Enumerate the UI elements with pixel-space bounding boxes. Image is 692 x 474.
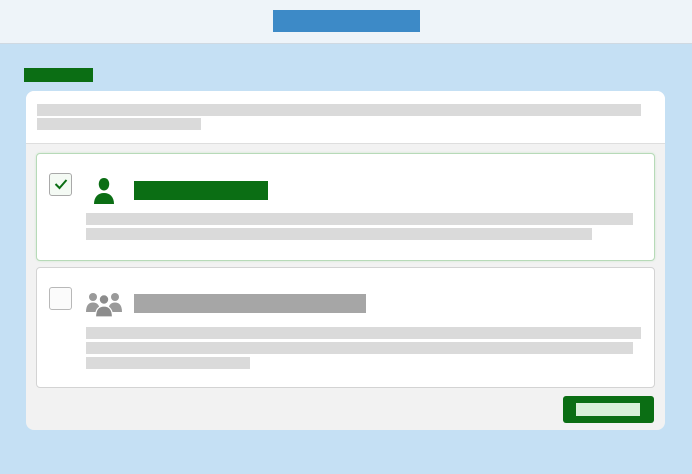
top-bar [0,0,692,44]
intro-text-line [37,104,641,116]
option-checkbox[interactable] [49,173,72,196]
option-card-individual[interactable] [36,153,655,261]
option-title [134,294,366,313]
app-title [273,10,420,32]
option-description-line [86,213,633,225]
panel-intro [26,91,665,144]
option-description-line [86,342,633,354]
page-heading [24,68,93,82]
option-card-group[interactable] [36,267,655,388]
person-icon [90,177,118,210]
option-description-line [86,327,641,339]
option-description-line [86,228,592,240]
intro-text-line [37,118,201,130]
group-icon [85,290,123,323]
continue-button-label [576,403,640,416]
option-title [134,181,268,200]
continue-button[interactable] [563,396,654,423]
option-description-line [86,357,250,369]
checkmark-icon [54,179,68,190]
selection-panel [26,91,665,430]
option-checkbox[interactable] [49,287,72,310]
